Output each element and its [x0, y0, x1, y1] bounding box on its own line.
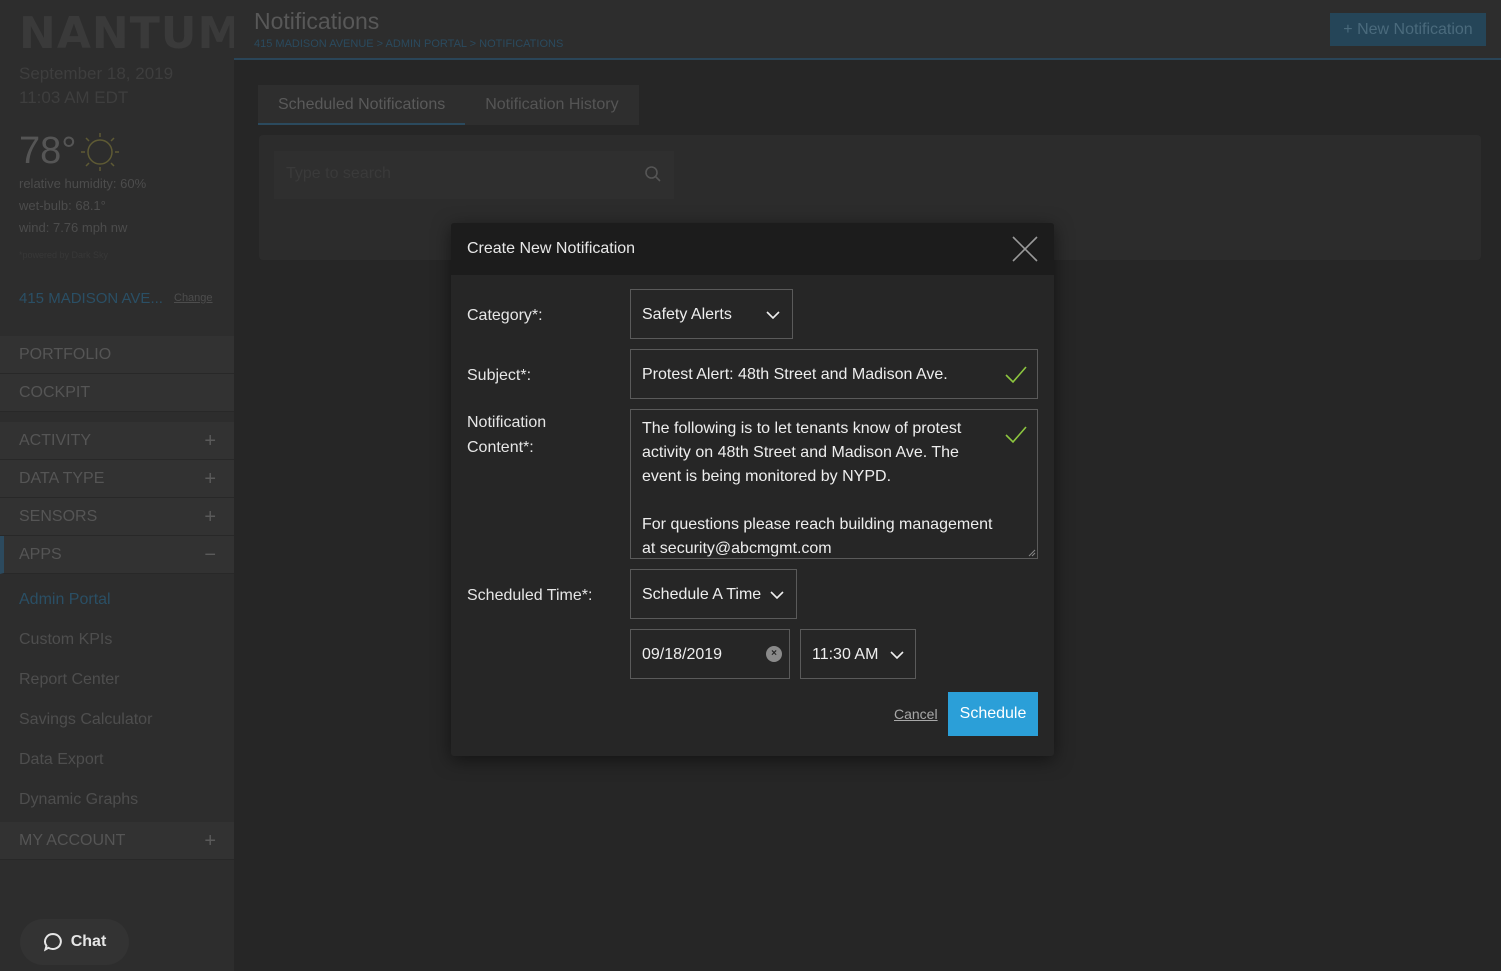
schedule-type-value: Schedule A Time [642, 586, 762, 603]
date-input[interactable]: 09/18/2019 × [630, 629, 790, 679]
sidebar-item-custom-kpis[interactable]: Custom KPIs [0, 620, 234, 660]
chat-button[interactable]: Chat [20, 919, 129, 965]
wind: wind: 7.76 mph nw [19, 220, 128, 235]
nav-top: PORTFOLIO COCKPIT [0, 336, 234, 412]
chevron-down-icon [766, 311, 780, 319]
collapse-icon[interactable]: − [204, 536, 216, 574]
nav-item-apps[interactable]: APPS − [0, 536, 234, 574]
chat-bubble-icon [43, 932, 62, 952]
nav-item-data-type[interactable]: DATA TYPE + [0, 460, 234, 498]
nav-account: MY ACCOUNT + [0, 822, 234, 860]
close-icon[interactable] [1011, 235, 1039, 263]
content-value: The following is to let tenants know of … [642, 420, 993, 557]
content-label: Notification Content*: [467, 410, 546, 460]
nav-item-portfolio[interactable]: PORTFOLIO [0, 336, 234, 374]
time-value: 11:30 AM [812, 646, 879, 663]
breadcrumb[interactable]: 415 MADISON AVENUE > ADMIN PORTAL > NOTI… [254, 38, 563, 50]
notification-content-textarea[interactable]: The following is to let tenants know of … [630, 409, 1038, 559]
nav-sections: ACTIVITY + DATA TYPE + SENSORS + APPS − [0, 422, 234, 574]
powered-by: *powered by Dark Sky [19, 250, 109, 260]
tab-notification-history[interactable]: Notification History [465, 85, 639, 125]
search-icon [645, 166, 661, 182]
time-select[interactable]: 11:30 AM [800, 629, 916, 679]
nav-item-my-account[interactable]: MY ACCOUNT + [0, 822, 234, 860]
current-date: September 18, 2019 [19, 64, 174, 83]
resize-handle-icon[interactable] [1028, 549, 1036, 557]
sidebar-item-savings-calculator[interactable]: Savings Calculator [0, 700, 234, 740]
page-title: Notifications [254, 8, 380, 34]
modal-header: Create New Notification [451, 223, 1054, 275]
chat-label: Chat [70, 933, 107, 950]
subject-label: Subject*: [467, 367, 532, 384]
schedule-type-select[interactable]: Schedule A Time [630, 569, 797, 619]
sidebar-item-admin-portal[interactable]: Admin Portal [0, 580, 234, 620]
checkmark-icon [1005, 366, 1027, 384]
nav-label: DATA TYPE [19, 470, 105, 487]
tab-bar: Scheduled Notifications Notification His… [258, 85, 639, 125]
sidebar-item-report-center[interactable]: Report Center [0, 660, 234, 700]
nav-item-cockpit[interactable]: COCKPIT [0, 374, 234, 412]
sidebar-item-data-export[interactable]: Data Export [0, 740, 234, 780]
checkmark-icon [1005, 426, 1027, 444]
nav-label: APPS [19, 546, 62, 563]
sidebar-item-dynamic-graphs[interactable]: Dynamic Graphs [0, 780, 234, 820]
chevron-down-icon [770, 591, 784, 599]
create-notification-modal: Create New Notification Category*: Safet… [451, 223, 1054, 756]
scheduled-time-label: Scheduled Time*: [467, 587, 593, 604]
category-select[interactable]: Safety Alerts [630, 289, 793, 339]
nav-label: SENSORS [19, 508, 98, 525]
sun-icon [81, 133, 119, 171]
search-placeholder: Type to search [286, 165, 391, 182]
search-input[interactable]: Type to search [274, 151, 674, 199]
temperature: 78° [19, 130, 77, 172]
change-building-link[interactable]: Change [174, 292, 213, 304]
content-label-line1: Notification [467, 414, 547, 431]
wet-bulb: wet-bulb: 68.1° [19, 198, 106, 213]
expand-icon[interactable]: + [204, 422, 216, 460]
expand-icon[interactable]: + [204, 822, 216, 860]
current-datetime: September 18, 2019 11:03 AM EDT [19, 62, 173, 110]
apps-submenu: Admin Portal Custom KPIs Report Center S… [0, 580, 234, 820]
schedule-button[interactable]: Schedule [948, 692, 1038, 736]
building-name[interactable]: 415 MADISON AVE... [19, 290, 163, 307]
content-label-line2: Content*: [467, 439, 534, 456]
nav-label: MY ACCOUNT [19, 832, 126, 849]
expand-icon[interactable]: + [204, 460, 216, 498]
tab-scheduled-notifications[interactable]: Scheduled Notifications [258, 85, 466, 125]
sidebar: NANTUM September 18, 2019 11:03 AM EDT 7… [0, 0, 241, 971]
nav-item-sensors[interactable]: SENSORS + [0, 498, 234, 536]
modal-title: Create New Notification [467, 240, 636, 257]
current-time: 11:03 AM EDT [19, 88, 129, 107]
subject-value: Protest Alert: 48th Street and Madison A… [642, 366, 948, 383]
chevron-down-icon [890, 651, 904, 659]
category-value: Safety Alerts [642, 306, 732, 323]
category-label: Category*: [467, 307, 543, 324]
nav-item-activity[interactable]: ACTIVITY + [0, 422, 234, 460]
page-header: Notifications 415 MADISON AVENUE > ADMIN… [234, 0, 1501, 60]
new-notification-button[interactable]: + New Notification [1330, 13, 1486, 46]
app-logo: NANTUM [19, 8, 243, 59]
clear-date-icon[interactable]: × [766, 646, 782, 662]
subject-input[interactable]: Protest Alert: 48th Street and Madison A… [630, 349, 1038, 399]
nav-label: ACTIVITY [19, 432, 92, 449]
expand-icon[interactable]: + [204, 498, 216, 536]
date-value: 09/18/2019 [642, 646, 723, 663]
humidity: relative humidity: 60% [19, 176, 147, 191]
cancel-link[interactable]: Cancel [894, 706, 938, 722]
